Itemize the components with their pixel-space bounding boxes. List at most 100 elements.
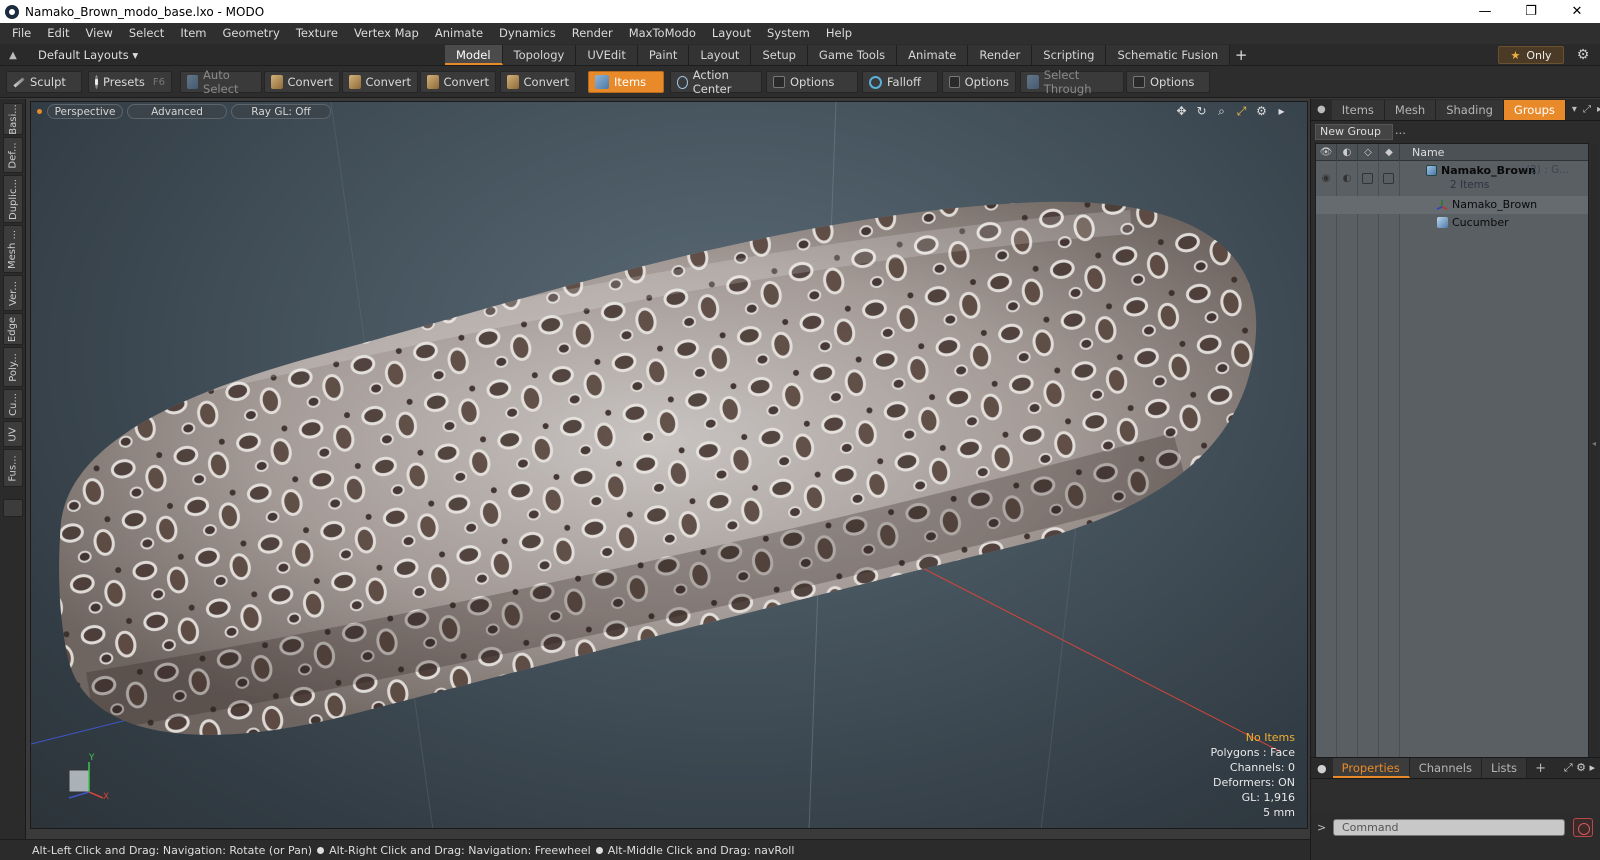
left-tab-duplicate[interactable]: Duplic... — [3, 175, 23, 223]
visibility-eye-icon[interactable]: ◉ — [1320, 173, 1332, 185]
action-center-button[interactable]: Action Center — [670, 68, 762, 96]
menu-edit[interactable]: Edit — [39, 23, 77, 44]
left-strip-toggle[interactable] — [3, 499, 23, 517]
left-tab-mesh[interactable]: Mesh ... — [3, 225, 23, 273]
select-checkbox[interactable] — [1383, 173, 1394, 184]
tab-shading[interactable]: Shading — [1436, 99, 1504, 120]
convert-button-3[interactable]: Convert — [420, 71, 496, 93]
tab-uvedit[interactable]: UVEdit — [576, 45, 638, 65]
falloff-button[interactable]: Falloff — [862, 71, 938, 93]
presets-button[interactable]: Presets F6 — [88, 71, 172, 93]
layout-selector[interactable]: ▲ Default Layouts ▾ — [6, 46, 138, 64]
add-panel-tab-button[interactable]: + — [1535, 761, 1546, 776]
tab-mesh[interactable]: Mesh ... — [1384, 99, 1437, 137]
left-tab-edge[interactable]: Edge — [3, 313, 23, 345]
tab-schematic-fusion[interactable]: Schematic Fusion — [1106, 45, 1231, 65]
select-column-icon[interactable]: ◆ — [1379, 144, 1400, 161]
convert-button-4[interactable]: Convert — [500, 71, 576, 93]
menu-geometry[interactable]: Geometry — [215, 23, 288, 44]
menu-render[interactable]: Render — [564, 23, 621, 44]
menu-dynamics[interactable]: Dynamics — [491, 23, 564, 44]
pan-icon[interactable]: ✥ — [1174, 104, 1189, 119]
menu-layout[interactable]: Layout — [704, 23, 759, 44]
left-tab-uv[interactable]: UV — [3, 421, 23, 447]
command-input[interactable]: Command — [1333, 819, 1565, 836]
expand-right-icon[interactable]: ▸ — [1274, 104, 1289, 119]
tree-row-namako-brown[interactable]: Namako_Brown — [1316, 196, 1588, 214]
menu-item[interactable]: Item — [172, 23, 214, 44]
tree-row-group[interactable]: ◉ ◐ Namako_Brown (2) : G... 2 Items — [1316, 162, 1588, 196]
maximize-button[interactable]: ❐ — [1508, 0, 1554, 23]
item-name-namako-brown: Namako_Brown — [1452, 198, 1538, 211]
shading-selector[interactable]: Advanced — [127, 104, 227, 119]
left-tab-curve[interactable]: Cu... — [3, 389, 23, 419]
sculpt-button[interactable]: Sculpt — [6, 71, 82, 93]
command-history-button[interactable] — [1573, 818, 1593, 837]
tab-groups[interactable]: Groups — [1503, 99, 1566, 120]
menu-system[interactable]: System — [759, 23, 818, 44]
panel-dot-icon[interactable]: ● — [1317, 762, 1327, 775]
fit-icon[interactable]: ⤢ — [1234, 104, 1249, 119]
collapse-arrow-icon[interactable]: ▲ — [6, 50, 20, 61]
tab-lists[interactable]: Lists — [1481, 758, 1528, 778]
visibility-column-eye-icon[interactable]: 👁 — [1316, 144, 1337, 161]
maximize-panel-icon[interactable]: ⤢ — [1583, 104, 1591, 115]
tab-game-tools[interactable]: Game Tools — [807, 45, 898, 65]
menu-view[interactable]: View — [78, 23, 121, 44]
items-mode-button[interactable]: Items — [588, 71, 664, 93]
rotate-icon[interactable]: ↻ — [1194, 104, 1209, 119]
lock-column-icon[interactable]: ◐ — [1337, 144, 1358, 161]
tab-model[interactable]: Model — [445, 45, 503, 65]
tab-channels[interactable]: Channels — [1409, 758, 1482, 778]
options-button-1[interactable]: Options — [766, 71, 858, 93]
tab-items[interactable]: Items — [1331, 99, 1385, 120]
raygl-toggle[interactable]: Ray GL: Off — [231, 104, 331, 119]
new-group-button[interactable]: New Group — [1315, 124, 1393, 140]
tab-properties[interactable]: Properties — [1332, 758, 1410, 778]
lock-icon[interactable]: ◐ — [1341, 173, 1353, 185]
options-button-2[interactable]: Options — [942, 71, 1016, 93]
tab-setup[interactable]: Setup — [751, 45, 808, 65]
panel-dot-icon[interactable]: ● — [1317, 104, 1326, 115]
tab-layout[interactable]: Layout — [689, 45, 752, 65]
tab-paint[interactable]: Paint — [637, 45, 690, 65]
menu-help[interactable]: Help — [818, 23, 860, 44]
zoom-icon[interactable]: ⌕ — [1214, 104, 1229, 119]
render-checkbox[interactable] — [1362, 173, 1373, 184]
menu-texture[interactable]: Texture — [288, 23, 346, 44]
select-through-button[interactable]: Select Through — [1020, 68, 1124, 96]
only-button[interactable]: ★ Only — [1498, 46, 1564, 64]
close-button[interactable]: ✕ — [1554, 0, 1600, 23]
menu-select[interactable]: Select — [121, 23, 172, 44]
tab-animate[interactable]: Animate — [897, 45, 969, 65]
left-tab-fusion[interactable]: Fus... — [3, 449, 23, 487]
menu-maxtomodo[interactable]: MaxToModo — [621, 23, 704, 44]
gear-icon[interactable]: ⚙ — [1574, 46, 1592, 64]
menu-animate[interactable]: Animate — [427, 23, 491, 44]
auto-select-button[interactable]: Auto Select — [180, 68, 262, 96]
3d-viewport[interactable]: Perspective Advanced Ray GL: Off ✥ ↻ ⌕ ⤢… — [30, 101, 1308, 829]
viewport-gear-icon[interactable]: ⚙ — [1254, 104, 1269, 119]
tree-row-cucumber[interactable]: Cucumber — [1316, 214, 1588, 232]
add-tab-button[interactable]: + — [1230, 45, 1252, 65]
left-tab-polygon[interactable]: Poly... — [3, 347, 23, 387]
tree-scrollbar[interactable]: ◂ — [1591, 143, 1599, 763]
viewport-menu-dot[interactable] — [37, 109, 42, 114]
menu-file[interactable]: File — [4, 23, 39, 44]
convert-button-2[interactable]: Convert — [342, 71, 418, 93]
tab-dropdown-icon[interactable]: ▾ — [1572, 104, 1577, 115]
name-column-header[interactable]: Name — [1400, 146, 1444, 159]
left-tab-deform[interactable]: Def... — [3, 137, 23, 173]
tab-render[interactable]: Render — [968, 45, 1033, 65]
render-column-icon[interactable]: ◇ — [1358, 144, 1379, 161]
tab-scripting[interactable]: Scripting — [1032, 45, 1107, 65]
left-tab-vertex[interactable]: Ver... — [3, 275, 23, 311]
options-button-3[interactable]: Options — [1126, 71, 1210, 93]
minimize-button[interactable]: — — [1462, 0, 1508, 23]
perspective-selector[interactable]: Perspective — [47, 104, 123, 119]
convert-button-1[interactable]: Convert — [264, 71, 340, 93]
properties-panel-icons[interactable]: ⤢ ⚙ ▸ — [1564, 761, 1595, 775]
left-tab-basic[interactable]: Basi... — [3, 103, 23, 135]
menu-vertex-map[interactable]: Vertex Map — [346, 23, 427, 44]
tab-topology[interactable]: Topology — [502, 45, 577, 65]
